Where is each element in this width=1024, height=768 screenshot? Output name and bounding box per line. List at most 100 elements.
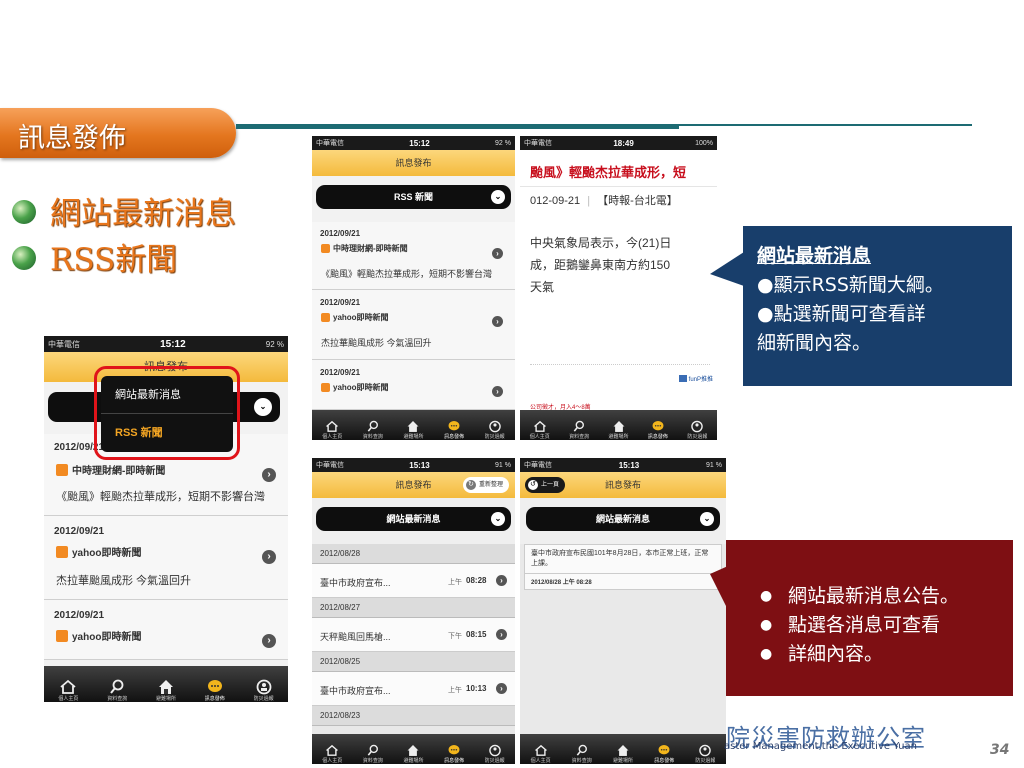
carrier-label: 中華電信	[524, 462, 552, 469]
article-line: 成，距鵝鑾鼻東南方約150	[530, 258, 671, 272]
phone-screen-site-news: 中華電信 15:13 91 % 訊息發布 ↻ 重新整理 網站最新消息 ⌄ 201…	[312, 458, 515, 764]
status-bar: 中華電信 15:13 91 %	[520, 458, 726, 472]
item-headline: 《颱風》輕颱杰拉華成形，短期不影響台灣	[321, 269, 493, 279]
dropdown-area: 網站最新消息 ⌄	[312, 498, 515, 544]
tab-messages[interactable]: 訊息發佈	[434, 744, 475, 764]
tab-label: 防災過報	[687, 434, 708, 440]
list-item[interactable]: 臺中市政府宣布... 上午 10:13 ›	[312, 672, 515, 706]
tab-shelter[interactable]: 避難場所	[393, 744, 434, 764]
tab-label: 資料查詢	[571, 758, 592, 764]
message-icon	[652, 421, 664, 431]
home-icon	[533, 420, 546, 432]
list-item[interactable]: 2012/09/21 yahoo即時新聞 杰拉華颱風成形 今氣溫回升 ›	[312, 290, 515, 360]
menu-item-site-news[interactable]: 網站最新消息	[101, 376, 233, 414]
search-icon	[576, 744, 587, 756]
callout-site-news: 網站最新消息 ●顯示RSS新聞大綱。 ●點選新聞可查看詳 細新聞內容。	[743, 226, 1012, 386]
tab-label: 防災過報	[695, 758, 716, 764]
article-title: 颱風》輕颱杰拉華成形，短	[530, 165, 687, 180]
item-headline: 杰拉華颱風成形 今氣溫回升	[56, 575, 192, 587]
shelter-icon	[408, 745, 419, 756]
item-source: yahoo即時新聞	[333, 383, 389, 392]
phone-screen-detail: 中華電信 15:13 91 % 訊息發布 ↺ 上一頁 網站最新消息 ⌄ 臺中市政…	[520, 458, 726, 764]
list-item[interactable]: 天秤颱風回馬槍... 下午 08:15 ›	[312, 618, 515, 652]
tab-search[interactable]: 資料查詢	[353, 744, 394, 764]
tab-label: 個人主頁	[322, 434, 343, 440]
menu-item-rss[interactable]: RSS 新聞	[101, 414, 233, 452]
tab-search[interactable]: 資料查詢	[561, 744, 602, 764]
list-item[interactable]: 2012/09/21 yahoo即時新聞 ›	[44, 600, 288, 660]
tab-alert[interactable]: 防災過報	[474, 420, 515, 440]
search-icon	[110, 679, 124, 694]
tab-alert[interactable]: 防災過報	[685, 744, 726, 764]
tab-search[interactable]: 資料查詢	[93, 679, 142, 702]
tab-home[interactable]: 個人主頁	[312, 744, 353, 764]
home-icon	[534, 744, 547, 756]
item-time: 08:28	[466, 576, 487, 585]
item-headline: 《颱風》輕颱杰拉華成形，短期不影響台灣	[56, 491, 265, 503]
header-bar: 訊息發布	[312, 150, 515, 176]
tab-search[interactable]: 資料查詢	[353, 420, 394, 440]
tab-shelter[interactable]: 避難場所	[599, 420, 638, 440]
tab-label: 個人主頁	[529, 434, 550, 440]
tab-home[interactable]: 個人主頁	[520, 744, 561, 764]
carrier-label: 中華電信	[48, 339, 80, 349]
refresh-button[interactable]: ↻ 重新整理	[462, 477, 509, 493]
tab-label: 資料查詢	[362, 434, 383, 440]
alert-icon	[488, 744, 501, 757]
clock: 15:12	[409, 138, 430, 148]
shelter-icon	[617, 745, 629, 756]
tab-messages[interactable]: 訊息發佈	[190, 679, 239, 702]
battery-label: 91 %	[706, 461, 722, 469]
list-item[interactable]: 臺中市政府宣布... 上午 08:28 ›	[312, 564, 515, 598]
tab-label: 避難場所	[613, 758, 634, 764]
phone-screen-rss: 中華電信 15:12 92 % 訊息發布 RSS 新聞 ⌄ 2012/09/21…	[312, 136, 515, 440]
tab-home[interactable]: 個人主頁	[520, 420, 559, 440]
funp-button[interactable]: funP推推	[678, 374, 713, 383]
chevron-right-icon: ›	[496, 629, 507, 640]
dropdown-label: RSS 新聞	[393, 192, 433, 202]
tab-messages[interactable]: 訊息發佈	[434, 420, 475, 440]
tab-shelter[interactable]: 避難場所	[142, 679, 191, 702]
tab-search[interactable]: 資料查詢	[559, 420, 598, 440]
tab-shelter[interactable]: 避難場所	[393, 420, 434, 440]
item-time: 10:13	[466, 684, 487, 693]
list-item[interactable]: 2012/09/21 中時理財網-即時新聞 《颱風》輕颱杰拉華成形，短期不影響台…	[312, 222, 515, 290]
tab-home[interactable]: 個人主頁	[312, 420, 353, 440]
callout-line: 點選各消息可查看	[760, 611, 1013, 640]
item-source: yahoo即時新聞	[333, 313, 389, 322]
battery-label: 92 %	[265, 339, 284, 349]
list-item[interactable]: 2012/09/21 yahoo即時新聞 杰拉華颱風成形 今氣溫回升 ›	[44, 516, 288, 600]
back-button[interactable]: ↺ 上一頁	[525, 477, 566, 493]
article-line: 天氣	[530, 280, 555, 294]
header-rule	[236, 124, 679, 129]
tab-alert[interactable]: 防災過報	[239, 679, 288, 702]
list-item[interactable]: 2012/09/21 yahoo即時新聞 ›	[312, 360, 515, 410]
alert-icon	[691, 420, 704, 433]
callout-announcements: 網站最新消息公告。 點選各消息可查看 詳細內容。	[726, 540, 1013, 696]
item-source: 中時理財網-即時新聞	[333, 244, 408, 253]
category-dropdown[interactable]: 網站最新消息 ⌄	[316, 507, 511, 531]
tab-bar: 個人主頁 資料查詢 避難場所 訊息發佈 防災過報	[312, 410, 515, 440]
tab-messages[interactable]: 訊息發佈	[644, 744, 685, 764]
tab-bar: 個人主頁 資料查詢 避難場所 訊息發佈 防災過報	[44, 666, 288, 702]
category-dropdown[interactable]: RSS 新聞 ⌄	[316, 185, 511, 209]
tab-shelter[interactable]: 避難場所	[602, 744, 643, 764]
category-dropdown[interactable]: 網站最新消息 ⌄	[526, 507, 720, 531]
message-timestamp: 2012/08/28 上午 08:28	[524, 574, 722, 590]
home-icon	[326, 420, 339, 432]
tab-messages[interactable]: 訊息發佈	[638, 420, 677, 440]
byline-source: 【時報-台北電】	[597, 195, 678, 207]
callout-line: 細新聞內容。	[757, 332, 872, 354]
dropdown-label: 網站最新消息	[595, 514, 650, 524]
tab-alert[interactable]: 防災過報	[474, 744, 515, 764]
tab-label: 防災過報	[484, 758, 505, 764]
tab-alert[interactable]: 防災過報	[678, 420, 717, 440]
tab-home[interactable]: 個人主頁	[44, 679, 93, 702]
rss-icon	[56, 463, 68, 476]
tab-label: 訊息發佈	[654, 758, 675, 764]
tab-label: 訊息發佈	[647, 434, 668, 440]
chevron-right-icon: ›	[492, 248, 503, 259]
message-icon	[448, 421, 460, 431]
tab-label: 避難場所	[403, 758, 424, 764]
status-bar: 中華電信 15:12 92 %	[44, 336, 288, 352]
